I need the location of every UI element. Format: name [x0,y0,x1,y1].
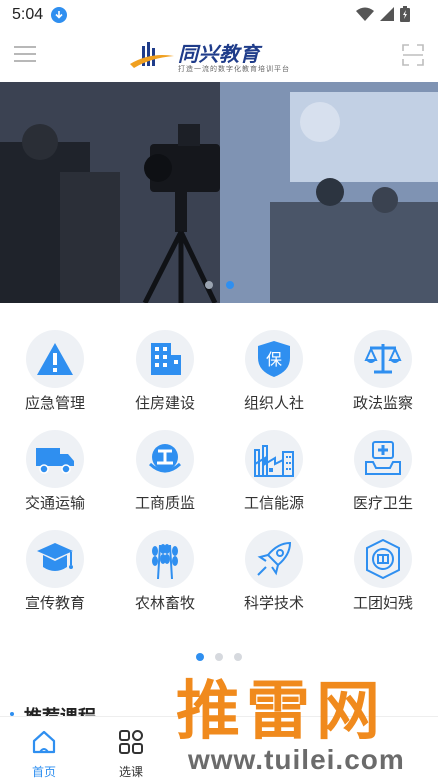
graduation-cap-icon [26,530,84,588]
category-label: 科学技术 [243,595,304,612]
category-transport[interactable]: 交通运输 [0,420,110,515]
nav-courses[interactable]: 选课 [101,725,161,779]
category-legal[interactable]: 政法监察 [328,320,438,415]
category-label: 工商质监 [134,495,195,512]
download-icon [51,7,68,23]
brand-logo: 同兴教育 打造一流的数字化教育培训平台 [128,38,318,74]
building-icon [136,330,194,388]
category-label: 政法监察 [352,395,413,412]
category-education[interactable]: 宣传教育 [0,520,110,615]
category-label: 农林畜牧 [134,595,195,612]
watermark-url: www.tuilei.com [188,744,405,775]
carousel-dot-1[interactable] [205,281,213,289]
category-agriculture[interactable]: 农林畜牧 [110,520,220,615]
category-medical[interactable]: 医疗卫生 [328,420,438,515]
svg-text:保: 保 [266,350,282,369]
warning-icon [26,330,84,388]
scales-icon [354,330,412,388]
wheat-icon [136,530,194,588]
category-label: 医疗卫生 [352,495,413,512]
category-housing[interactable]: 住房建设 [110,320,220,415]
category-label: 交通运输 [24,495,85,512]
category-label: 宣传教育 [24,595,85,612]
signal-icon [380,7,394,21]
category-science[interactable]: 科学技术 [219,520,329,615]
carousel-dot-2[interactable] [226,281,234,289]
watermark-logo: 推雷网 www.tuilei.com [168,660,438,779]
watermark-text: 推雷网 [176,675,386,749]
medical-kit-icon [354,430,412,488]
rocket-icon [245,530,303,588]
brand-slogan: 打造一流的数字化教育培训平台 [178,66,290,73]
union-badge-icon [354,530,412,588]
category-union[interactable]: 工团妇残 [328,520,438,615]
nav-label: 首页 [31,765,56,779]
scan-icon[interactable] [402,44,424,66]
category-label: 应急管理 [24,395,85,412]
nav-label: 选课 [118,765,143,779]
category-label: 住房建设 [134,395,195,412]
banner-carousel[interactable] [0,82,438,303]
home-icon [32,730,56,754]
factory-icon [245,430,303,488]
banner-image [0,82,438,303]
logo-mark-icon [130,42,174,68]
nav-home[interactable]: 首页 [14,725,74,779]
category-organization[interactable]: 保 组织人社 [219,320,329,415]
gong-emblem-icon [136,430,194,488]
shield-bao-icon: 保 [245,330,303,388]
truck-icon [26,430,84,488]
app-header: 同兴教育 打造一流的数字化教育培训平台 [0,30,438,82]
status-time: 5:04 [12,6,44,23]
battery-icon [400,6,410,22]
category-label: 工信能源 [243,495,304,512]
category-industry-energy[interactable]: 工信能源 [219,420,329,515]
category-label: 组织人社 [243,395,304,412]
menu-button[interactable] [14,44,36,64]
category-label: 工团妇残 [352,595,413,612]
wifi-icon [356,7,374,21]
brand-name: 同兴教育 [178,44,260,66]
category-commerce[interactable]: 工商质监 [110,420,220,515]
category-emergency[interactable]: 应急管理 [0,320,110,415]
grid-icon [119,730,143,754]
status-bar: 5:04 [0,0,438,30]
